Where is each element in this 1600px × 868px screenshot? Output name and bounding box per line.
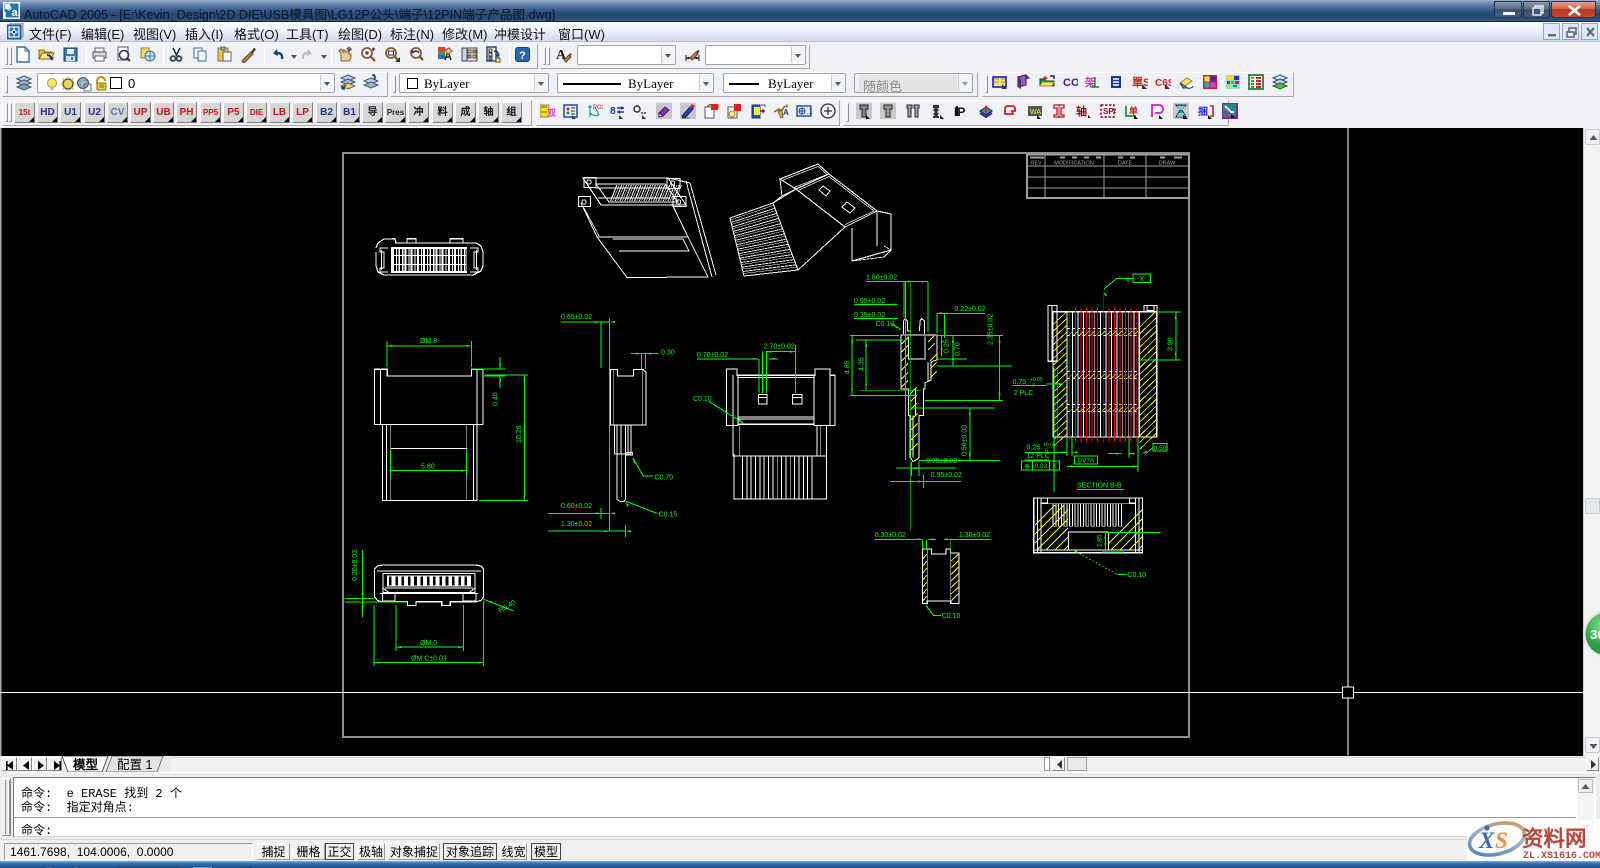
svg-text:0.25: 0.25 (944, 339, 951, 353)
svg-text:ØM.0: ØM.0 (420, 640, 437, 647)
svg-text:双: 双 (547, 108, 556, 118)
svg-text:资料网: 资料网 (1522, 827, 1587, 851)
svg-text:⊕: ⊕ (1024, 463, 1030, 470)
svg-text:SP4: SP4 (1103, 107, 1116, 116)
svg-text:单: 单 (1129, 105, 1138, 116)
svg-text:0.35±0.02: 0.35±0.02 (854, 312, 885, 319)
svg-text:0.50: 0.50 (1154, 445, 1167, 452)
svg-text:10.25: 10.25 (516, 425, 523, 443)
svg-text:捆: 捆 (1198, 105, 1208, 118)
svg-text:C0.10: C0.10 (876, 321, 895, 328)
svg-text:0.70: 0.70 (955, 342, 962, 356)
svg-text:REV: REV (1030, 161, 1042, 167)
svg-text:0.65±0.02: 0.65±0.02 (561, 314, 592, 321)
svg-text:4.85: 4.85 (845, 360, 852, 374)
svg-text:0.75±0.02: 0.75±0.02 (926, 458, 957, 465)
svg-text:R0.40: R0.40 (498, 599, 518, 614)
svg-text:0: 0 (1032, 383, 1035, 389)
svg-text:POX: POX (593, 105, 603, 111)
svg-text:2 PLC: 2 PLC (1014, 390, 1033, 397)
svg-text:2.35±0.02: 2.35±0.02 (988, 314, 995, 345)
svg-text:單S: 單S (1132, 76, 1148, 89)
svg-text:C0.15: C0.15 (659, 512, 678, 519)
svg-text:X: X (1052, 463, 1057, 470)
svg-text:S: S (1495, 828, 1508, 853)
svg-text:0.22±0.02: 0.22±0.02 (955, 306, 986, 313)
svg-text:0.95±0.02: 0.95±0.02 (931, 472, 962, 479)
svg-text:?: ? (519, 50, 526, 62)
svg-text:DATE: DATE (1118, 161, 1133, 167)
svg-text:1.30±0.02: 1.30±0.02 (561, 521, 592, 528)
svg-text:0.75: 0.75 (1013, 379, 1027, 386)
svg-text:.1: .1 (806, 107, 812, 116)
svg-text:5.80: 5.80 (421, 464, 435, 471)
svg-text:0.60±0.02: 0.60±0.02 (561, 503, 592, 510)
svg-text:DV7A: DV7A (1077, 458, 1095, 465)
svg-text:ØM.8: ØM.8 (420, 338, 437, 345)
svg-text:a: a (12, 7, 19, 19)
svg-text:0.20±0.03: 0.20±0.03 (352, 550, 359, 581)
svg-text:0.03: 0.03 (1035, 463, 1048, 470)
svg-text:ØM.C±0.03: ØM.C±0.03 (411, 656, 447, 663)
svg-text:A: A (783, 108, 789, 117)
svg-text:轴: 轴 (1076, 104, 1087, 118)
svg-text:1.80±0.02: 1.80±0.02 (866, 275, 897, 282)
svg-text:C0.10: C0.10 (942, 613, 961, 620)
svg-text:WA: WA (1030, 109, 1041, 116)
svg-text:IP: IP (954, 105, 965, 119)
svg-text:0.40: 0.40 (493, 392, 500, 406)
svg-text:C0.10: C0.10 (1127, 572, 1146, 579)
svg-text:8: 8 (610, 106, 616, 117)
svg-text:SECTION B-B: SECTION B-B (1077, 483, 1122, 490)
svg-text:模型: 模型 (73, 757, 99, 772)
svg-text:配置 1: 配置 1 (117, 758, 152, 772)
svg-text:0.30±0.02: 0.30±0.02 (875, 532, 906, 539)
svg-text:X: X (1478, 828, 1495, 853)
svg-text:DRAW: DRAW (1159, 161, 1176, 167)
svg-text:CO: CO (1063, 77, 1078, 89)
svg-text:0.30: 0.30 (661, 350, 675, 357)
svg-text:0.70±0.02: 0.70±0.02 (697, 352, 728, 359)
svg-text:36: 36 (1590, 627, 1600, 642)
svg-text:MODIFICATION: MODIFICATION (1054, 161, 1094, 167)
svg-text:1.30±0.02: 1.30±0.02 (959, 532, 990, 539)
svg-text:0.95±0.02: 0.95±0.02 (854, 298, 885, 305)
svg-text:2.70±0.02: 2.70±0.02 (764, 344, 795, 351)
svg-text:12 PLC: 12 PLC (1027, 453, 1050, 460)
svg-text:0.50±0.03: 0.50±0.03 (962, 425, 969, 456)
svg-text:1.85: 1.85 (1097, 534, 1104, 547)
svg-text:C6S: C6S (1155, 78, 1171, 89)
svg-text:0.25: 0.25 (1027, 445, 1041, 452)
svg-text:4.35: 4.35 (859, 357, 866, 371)
svg-text:3.90: 3.90 (1168, 337, 1175, 351)
svg-text:-X-: -X- (1137, 276, 1147, 283)
svg-text:分: 分 (1224, 109, 1231, 118)
svg-text:C0.70: C0.70 (654, 475, 673, 482)
svg-text:ZL.XS1616.COM: ZL.XS1616.COM (1523, 851, 1600, 862)
